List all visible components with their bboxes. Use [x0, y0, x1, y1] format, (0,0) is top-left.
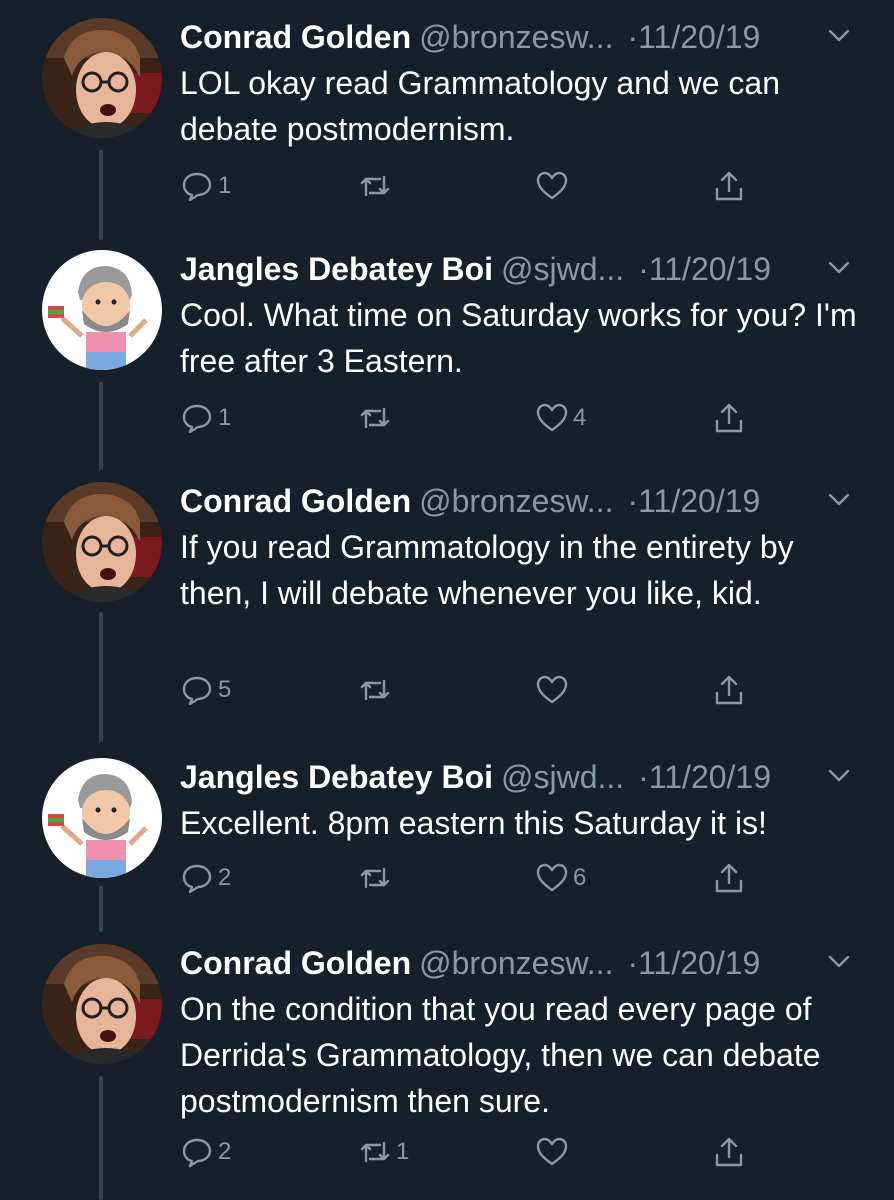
retweet-icon — [360, 867, 390, 889]
tweet-thread: Conrad Golden @bronzesw... ·11/20/19 LOL o… — [0, 0, 894, 1200]
reply-icon — [182, 864, 212, 894]
cartoon-bearded-man-avatar[interactable] — [42, 250, 162, 370]
chevron-down-icon[interactable] — [826, 254, 852, 280]
share-icon — [715, 171, 743, 201]
reply-count: 2 — [218, 864, 232, 891]
reply-button[interactable]: 1 — [180, 166, 231, 206]
chevron-down-icon[interactable] — [826, 22, 852, 48]
retweet-icon — [360, 1141, 390, 1163]
tweet-text: Excellent. 8pm eastern this Saturday it … — [180, 805, 767, 841]
reply-button[interactable]: 5 — [180, 670, 231, 710]
tweet-actions: 2 6 — [180, 858, 780, 898]
like-button[interactable] — [535, 1132, 573, 1172]
reply-button[interactable]: 2 — [180, 858, 231, 898]
chevron-down-icon[interactable] — [826, 762, 852, 788]
reply-count: 1 — [218, 404, 232, 431]
author-name[interactable]: Jangles Debatey Boi — [180, 251, 493, 287]
tweet-text: On the condition that you read every pag… — [180, 991, 821, 1119]
tweet-text: Cool. What time on Saturday works for yo… — [180, 297, 857, 379]
tweet-date[interactable]: 11/20/19 — [638, 19, 760, 55]
reply-icon — [182, 676, 212, 706]
tweet[interactable]: Jangles Debatey Boi @sjwd... ·11/20/19 Exc… — [0, 740, 894, 928]
reply-count: 2 — [218, 1138, 232, 1165]
author-name[interactable]: Conrad Golden — [180, 19, 411, 55]
retweet-icon — [360, 679, 390, 701]
tweet-date[interactable]: 11/20/19 — [649, 251, 771, 287]
like-count: 6 — [573, 864, 587, 891]
tweet-header: Conrad Golden @bronzesw... ·11/20/19 — [180, 940, 860, 986]
tweet-date[interactable]: 11/20/19 — [638, 945, 760, 981]
reply-icon — [182, 172, 212, 202]
author-name[interactable]: Jangles Debatey Boi — [180, 759, 493, 795]
tweet-actions: 1 4 — [180, 398, 780, 438]
retweet-count: 1 — [396, 1138, 410, 1165]
like-icon — [536, 171, 568, 200]
share-button[interactable] — [712, 398, 746, 438]
reply-button[interactable]: 2 — [180, 1132, 231, 1172]
tweet[interactable]: Conrad Golden @bronzesw... ·11/20/19 On th… — [0, 926, 894, 1200]
like-button[interactable] — [535, 166, 573, 206]
woman-glasses-avatar[interactable] — [42, 18, 162, 138]
reply-icon — [182, 404, 212, 434]
retweet-button[interactable] — [358, 398, 396, 438]
share-icon — [715, 675, 743, 705]
tweet[interactable]: Conrad Golden @bronzesw... ·11/20/19 LOL o… — [0, 0, 894, 232]
author-handle[interactable]: @sjwd... — [501, 251, 624, 287]
tweet-actions: 1 — [180, 166, 780, 206]
separator-dot: · — [638, 251, 649, 287]
tweet-text: If you read Grammatology in the entirety… — [180, 529, 794, 611]
tweet-date[interactable]: 11/20/19 — [638, 483, 760, 519]
reply-button[interactable]: 1 — [180, 398, 231, 438]
woman-glasses-avatar[interactable] — [42, 482, 162, 602]
like-button[interactable] — [535, 670, 573, 710]
tweet-header: Conrad Golden @bronzesw... ·11/20/19 — [180, 14, 860, 60]
share-icon — [715, 403, 743, 433]
separator-dot: · — [627, 483, 639, 519]
retweet-button[interactable] — [358, 670, 396, 710]
tweet-header: Conrad Golden @bronzesw... ·11/20/19 — [180, 478, 860, 524]
tweet-text: LOL okay read Grammatology and we can de… — [180, 65, 781, 147]
like-button[interactable]: 4 — [535, 398, 586, 438]
tweet-actions: 5 — [180, 670, 780, 710]
separator-dot: · — [627, 19, 639, 55]
retweet-button[interactable] — [358, 858, 396, 898]
separator-dot: · — [627, 945, 639, 981]
reply-icon — [182, 1138, 212, 1168]
share-icon — [715, 863, 743, 893]
retweet-button[interactable] — [358, 166, 396, 206]
like-icon — [536, 1137, 568, 1166]
author-handle[interactable]: @bronzesw... — [419, 483, 613, 519]
share-button[interactable] — [712, 166, 746, 206]
share-icon — [715, 1137, 743, 1167]
like-icon — [536, 863, 568, 892]
tweet-header: Jangles Debatey Boi @sjwd... ·11/20/19 — [180, 754, 860, 800]
retweet-button[interactable]: 1 — [358, 1132, 409, 1172]
like-button[interactable]: 6 — [535, 858, 586, 898]
share-button[interactable] — [712, 858, 746, 898]
share-button[interactable] — [712, 670, 746, 710]
author-handle[interactable]: @bronzesw... — [419, 945, 613, 981]
reply-count: 1 — [218, 172, 232, 199]
author-name[interactable]: Conrad Golden — [180, 945, 411, 981]
tweet[interactable]: Jangles Debatey Boi @sjwd... ·11/20/19 Coo… — [0, 232, 894, 464]
retweet-icon — [360, 175, 390, 197]
tweet[interactable]: Conrad Golden @bronzesw... ·11/20/19 If yo… — [0, 464, 894, 748]
like-icon — [536, 675, 568, 704]
author-name[interactable]: Conrad Golden — [180, 483, 411, 519]
chevron-down-icon[interactable] — [826, 486, 852, 512]
reply-count: 5 — [218, 676, 232, 703]
author-handle[interactable]: @sjwd... — [501, 759, 624, 795]
retweet-icon — [360, 407, 390, 429]
like-icon — [536, 403, 568, 432]
separator-dot: · — [638, 759, 649, 795]
woman-glasses-avatar[interactable] — [42, 944, 162, 1064]
share-button[interactable] — [712, 1132, 746, 1172]
tweet-header: Jangles Debatey Boi @sjwd... ·11/20/19 — [180, 246, 860, 292]
cartoon-bearded-man-avatar[interactable] — [42, 758, 162, 878]
tweet-date[interactable]: 11/20/19 — [649, 759, 771, 795]
tweet-actions: 2 1 — [180, 1132, 780, 1172]
author-handle[interactable]: @bronzesw... — [419, 19, 613, 55]
chevron-down-icon[interactable] — [826, 948, 852, 974]
like-count: 4 — [573, 404, 587, 431]
